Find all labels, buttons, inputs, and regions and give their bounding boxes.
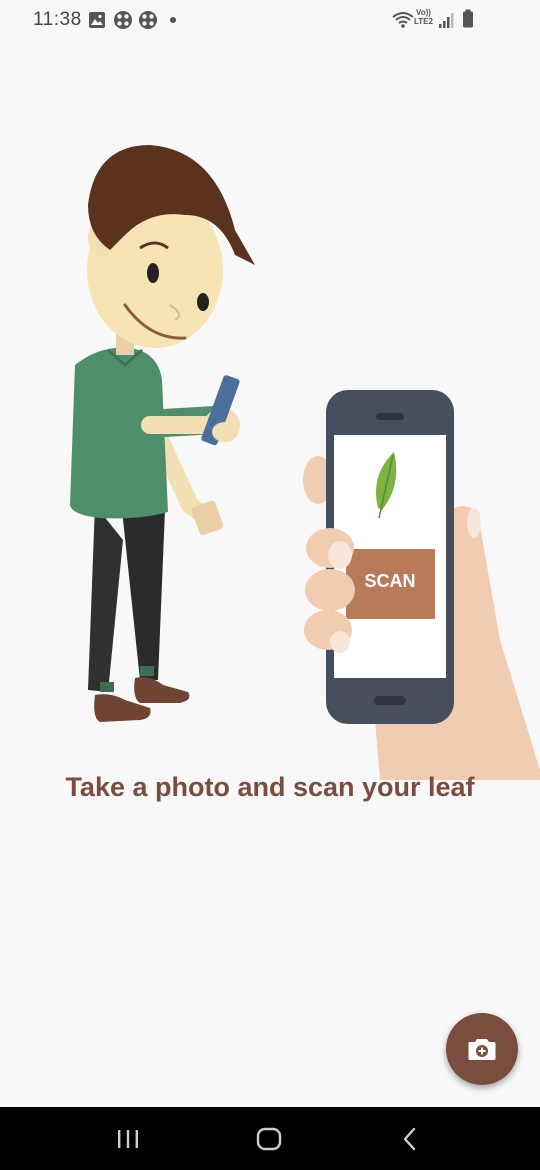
network-label: Vo)) LTE2 (414, 8, 433, 26)
volte-label: Vo)) (416, 8, 431, 17)
app-icon (139, 11, 157, 29)
scan-illustration: SCAN (70, 145, 540, 780)
battery-icon (463, 9, 473, 28)
signal-icon (439, 13, 454, 28)
instruction-caption: Take a photo and scan your leaf (65, 772, 475, 802)
dot-icon (170, 17, 176, 23)
home-icon (256, 1127, 282, 1150)
lte-label: LTE2 (414, 17, 433, 26)
camera-fab-button[interactable] (446, 1013, 518, 1085)
camera-icon (468, 1039, 496, 1060)
scan-label: SCAN (364, 571, 415, 591)
gallery-icon (89, 12, 105, 28)
man-figure (70, 145, 255, 722)
status-bar: 11:38 Vo)) LTE2 (0, 0, 540, 40)
recents-icon (118, 1129, 138, 1148)
back-button[interactable] (365, 1107, 455, 1170)
recents-button[interactable] (83, 1107, 173, 1170)
hand-phone: SCAN (303, 390, 540, 780)
back-icon (403, 1127, 416, 1150)
screen: 11:38 Vo)) LTE2 SCAN Take a photo and sc… (0, 0, 540, 1170)
status-time: 11:38 (33, 9, 82, 30)
app-icon (114, 11, 132, 29)
system-nav-bar (0, 1107, 540, 1170)
status-right-icons: Vo)) LTE2 (392, 8, 512, 31)
wifi-icon (392, 12, 414, 28)
home-button[interactable] (224, 1107, 314, 1170)
